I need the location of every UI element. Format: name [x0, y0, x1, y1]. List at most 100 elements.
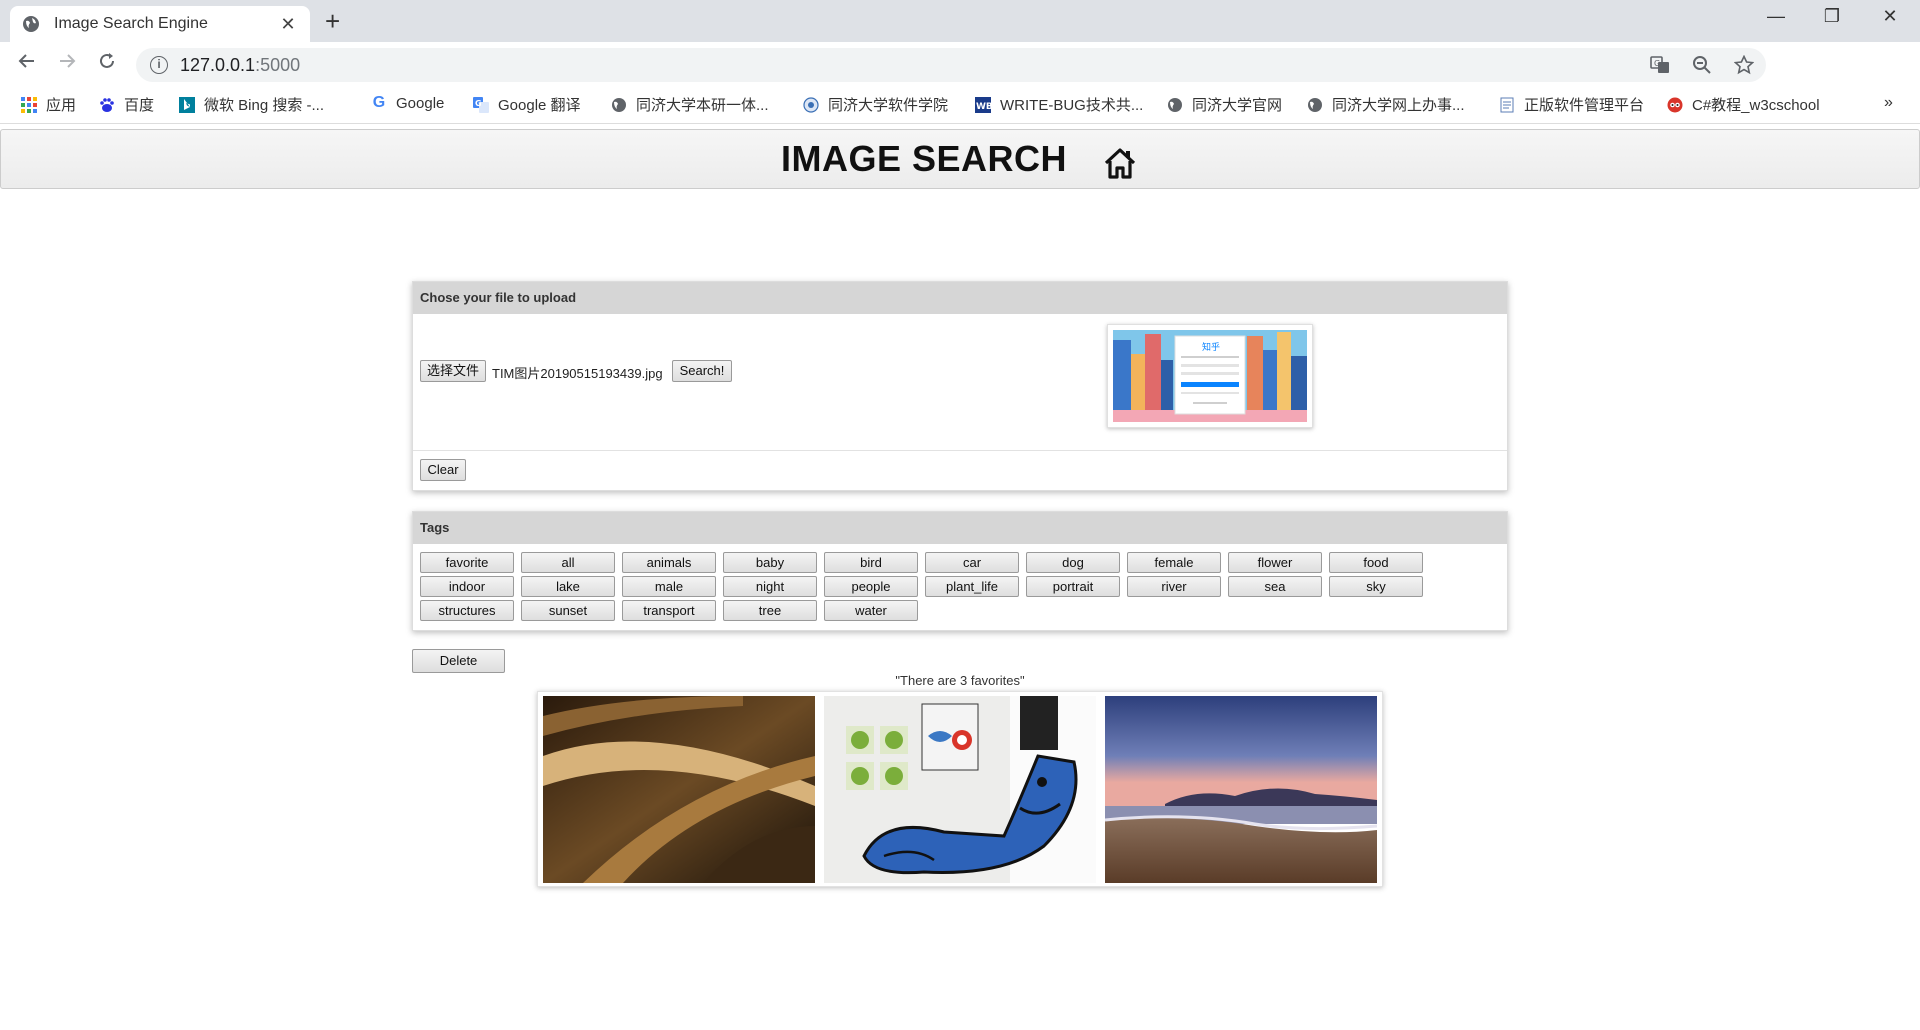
tag-button-animals[interactable]: animals	[622, 552, 716, 573]
globe-icon	[610, 96, 628, 114]
restore-icon[interactable]: ❐	[1812, 6, 1852, 27]
address-bar[interactable]: i 127.0.0.1 :5000 G	[136, 48, 1766, 82]
upload-heading: Chose your file to upload	[413, 282, 1507, 314]
tag-button-tree[interactable]: tree	[723, 600, 817, 621]
favorites-count-text: "There are 3 favorites"	[895, 673, 1025, 688]
url-port: :5000	[255, 54, 301, 75]
tag-button-portrait[interactable]: portrait	[1026, 576, 1120, 597]
upload-preview-image: 知乎	[1107, 324, 1313, 428]
upload-body: 选择文件 TIM图片20190515193439.jpg Search! 知乎	[413, 314, 1507, 451]
selected-file-name: TIM图片20190515193439.jpg	[492, 366, 663, 381]
forward-arrow-icon[interactable]	[47, 51, 87, 77]
page-content: IMAGE SEARCH Chose your file to upload 选…	[0, 125, 1920, 1030]
search-button[interactable]: Search!	[672, 360, 732, 382]
bookmark-google[interactable]: G Google	[370, 94, 445, 112]
tag-button-bird[interactable]: bird	[824, 552, 918, 573]
bookmark-software-platform[interactable]: 正版软件管理平台	[1498, 94, 1644, 115]
back-arrow-icon[interactable]	[7, 51, 47, 77]
browser-tab[interactable]: Image Search Engine ✕	[10, 6, 310, 42]
tag-button-food[interactable]: food	[1329, 552, 1423, 573]
bookmark-label: WRITE-BUG技术共...	[1000, 97, 1144, 114]
bing-icon	[178, 96, 196, 114]
svg-text:WB: WB	[976, 102, 991, 112]
new-tab-button[interactable]: +	[325, 8, 340, 34]
upload-footer: Clear	[413, 451, 1507, 491]
tag-button-female[interactable]: female	[1127, 552, 1221, 573]
svg-text:G: G	[475, 99, 482, 108]
bookmark-label: Google	[396, 94, 445, 112]
reload-icon[interactable]	[87, 51, 127, 77]
w3cschool-owl-icon	[1666, 96, 1684, 114]
tags-heading: Tags	[413, 512, 1507, 544]
svg-text:G: G	[1654, 59, 1660, 68]
globe-icon	[1166, 96, 1184, 114]
delete-button[interactable]: Delete	[412, 649, 505, 673]
tag-button-sunset[interactable]: sunset	[521, 600, 615, 621]
clear-button[interactable]: Clear	[420, 459, 466, 481]
url-host: 127.0.0.1	[180, 54, 256, 75]
tag-button-car[interactable]: car	[925, 552, 1019, 573]
bookmark-writebug[interactable]: WB WRITE-BUG技术共...	[974, 94, 1143, 115]
bookmark-label: 正版软件管理平台	[1524, 97, 1645, 114]
tag-button-lake[interactable]: lake	[521, 576, 615, 597]
google-translate-icon: G	[472, 96, 490, 114]
bookmark-label: 同济大学软件学院	[828, 97, 949, 114]
site-info-icon[interactable]: i	[150, 56, 168, 74]
tab-close-icon[interactable]: ✕	[278, 14, 298, 35]
tag-button-male[interactable]: male	[622, 576, 716, 597]
bookmark-label: Google 翻译	[498, 97, 581, 114]
bookmark-baidu[interactable]: 百度	[98, 94, 154, 115]
home-icon[interactable]	[1101, 144, 1139, 182]
tag-button-dog[interactable]: dog	[1026, 552, 1120, 573]
tag-button-indoor[interactable]: indoor	[420, 576, 514, 597]
bookmark-label: 微软 Bing 搜索 -...	[204, 97, 325, 114]
tag-button-transport[interactable]: transport	[622, 600, 716, 621]
tab-strip: Image Search Engine ✕ + — ❐ ✕	[0, 0, 1920, 42]
writebug-icon: WB	[974, 96, 992, 114]
tag-button-people[interactable]: people	[824, 576, 918, 597]
bookmark-tongji-sse[interactable]: 同济大学软件学院	[802, 94, 948, 115]
bookmark-w3cschool[interactable]: C#教程_w3cschool	[1666, 94, 1820, 115]
minimize-icon[interactable]: —	[1756, 6, 1796, 27]
browser-toolbar: i 127.0.0.1 :5000 G ⋮	[0, 42, 1920, 118]
bookmark-google-translate[interactable]: G Google 翻译	[472, 94, 581, 115]
tag-button-plant-life[interactable]: plant_life	[925, 576, 1019, 597]
tag-button-river[interactable]: river	[1127, 576, 1221, 597]
tag-button-flower[interactable]: flower	[1228, 552, 1322, 573]
abstract-gold-curves-photo[interactable]	[543, 696, 815, 883]
site-header: IMAGE SEARCH	[0, 129, 1920, 189]
page-title: IMAGE SEARCH	[781, 138, 1068, 179]
bookmark-tongji-official[interactable]: 同济大学官网	[1166, 94, 1282, 115]
tag-button-baby[interactable]: baby	[723, 552, 817, 573]
tag-button-sea[interactable]: sea	[1228, 576, 1322, 597]
bookmark-bing[interactable]: 微软 Bing 搜索 -...	[178, 94, 324, 115]
tag-button-grid: favorite all animals baby bird car dog female fl…	[413, 544, 1507, 621]
tab-title: Image Search Engine	[54, 15, 208, 32]
choose-file-button[interactable]: 选择文件	[420, 360, 486, 382]
tag-button-favorite[interactable]: favorite	[420, 552, 514, 573]
zoom-icon[interactable]	[1692, 55, 1712, 80]
bookmark-star-icon[interactable]	[1733, 54, 1755, 80]
bookmark-label: 同济大学本研一体...	[636, 97, 769, 114]
bookmark-label: 百度	[124, 97, 155, 114]
window-close-icon[interactable]: ✕	[1870, 6, 1910, 27]
bookmarks-more-button[interactable]: »	[1884, 94, 1893, 112]
translate-icon[interactable]: G	[1650, 55, 1670, 80]
bookmark-tongji-1[interactable]: 同济大学本研一体...	[610, 94, 769, 115]
tag-button-all[interactable]: all	[521, 552, 615, 573]
bookmark-label: C#教程_w3cschool	[1692, 97, 1820, 114]
google-g-icon: G	[372, 94, 386, 111]
preview-brand-text: 知乎	[1202, 341, 1220, 353]
globe-icon	[1306, 96, 1324, 114]
street-art-blue-character-photo[interactable]	[824, 696, 1096, 883]
bookmark-apps[interactable]: 应用	[20, 94, 76, 115]
bookmark-label: 应用	[46, 97, 77, 114]
bookmark-label: 同济大学网上办事...	[1332, 97, 1465, 114]
tag-button-sky[interactable]: sky	[1329, 576, 1423, 597]
bookmark-label: 同济大学官网	[1192, 97, 1283, 114]
tag-button-structures[interactable]: structures	[420, 600, 514, 621]
bookmark-tongji-office[interactable]: 同济大学网上办事...	[1306, 94, 1465, 115]
tag-button-water[interactable]: water	[824, 600, 918, 621]
beach-sunset-photo[interactable]	[1105, 696, 1377, 883]
tag-button-night[interactable]: night	[723, 576, 817, 597]
